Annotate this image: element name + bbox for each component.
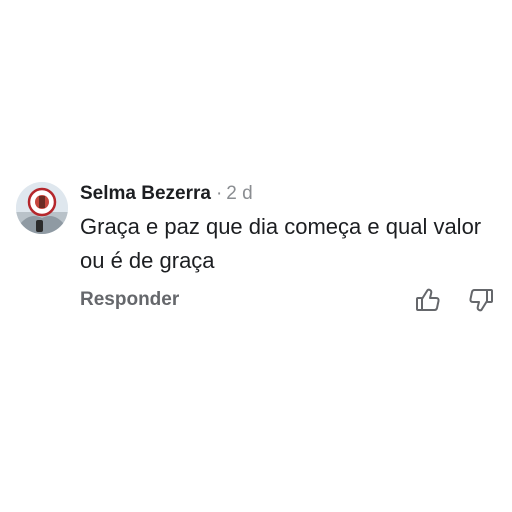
timestamp[interactable]: 2 d xyxy=(226,183,252,204)
separator-dot: · xyxy=(215,183,223,204)
comment-header: Selma Bezerra · 2 d xyxy=(80,182,253,206)
avatar[interactable] xyxy=(16,182,68,234)
thumbs-up-icon[interactable] xyxy=(414,286,442,314)
thumbs-down-icon[interactable] xyxy=(467,286,495,314)
avatar-photo xyxy=(16,182,68,234)
comment-text: Graça e paz que dia começa e qual valor … xyxy=(80,214,482,273)
reply-button[interactable]: Responder xyxy=(80,288,179,312)
comment-item: Selma Bezerra · 2 d Graça e paz que dia co… xyxy=(0,0,512,512)
author-name[interactable]: Selma Bezerra xyxy=(80,183,211,204)
